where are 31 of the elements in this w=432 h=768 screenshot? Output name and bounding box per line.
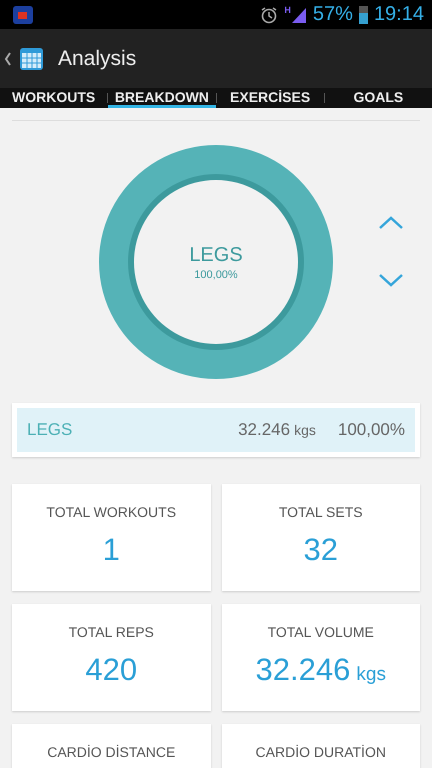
clock: 19:14 — [374, 3, 424, 26]
tab[interactable]: WORKOUTS — [0, 88, 108, 108]
stat-label: TOTAL REPS — [68, 624, 154, 640]
stat-label: TOTAL WORKOUTS — [46, 504, 176, 520]
legend-unit: kgs — [294, 422, 316, 438]
stat-label: TOTAL VOLUME — [268, 624, 374, 640]
battery-icon — [358, 6, 368, 24]
stat-unit: kgs — [356, 664, 386, 686]
stat-label: TOTAL SETS — [278, 504, 363, 520]
tab[interactable]: BREAKDOWN — [108, 88, 216, 108]
screen-title: Analysis — [58, 46, 136, 70]
app-notification-icon — [12, 4, 34, 24]
stat-value: 32 — [304, 532, 338, 568]
stat-value: 1 — [102, 532, 120, 568]
stat-value: 32.246 — [256, 652, 350, 688]
legend-percent: 100,00% — [338, 420, 405, 440]
tab[interactable]: GOALS — [324, 88, 432, 108]
network-type: H — [284, 6, 291, 14]
alarm-icon — [260, 6, 278, 24]
legend-row[interactable]: LEGS 32.246 kgs 100,00% — [17, 408, 415, 452]
legend-name: LEGS — [27, 420, 74, 440]
center-label: LEGS — [189, 244, 243, 266]
stat-label: CARDİO DİSTANCE — [47, 744, 176, 760]
center-percent: 100,00% — [194, 268, 238, 280]
battery-percent: 57% — [312, 3, 353, 26]
legend-amount: 32.246 — [238, 420, 290, 440]
back-icon[interactable] — [4, 52, 12, 66]
stat-value: 420 — [85, 652, 138, 688]
stat-label: CARDİO DURATİON — [256, 744, 386, 760]
tab[interactable]: EXERCİSES — [216, 88, 324, 108]
signal-icon — [290, 6, 307, 24]
